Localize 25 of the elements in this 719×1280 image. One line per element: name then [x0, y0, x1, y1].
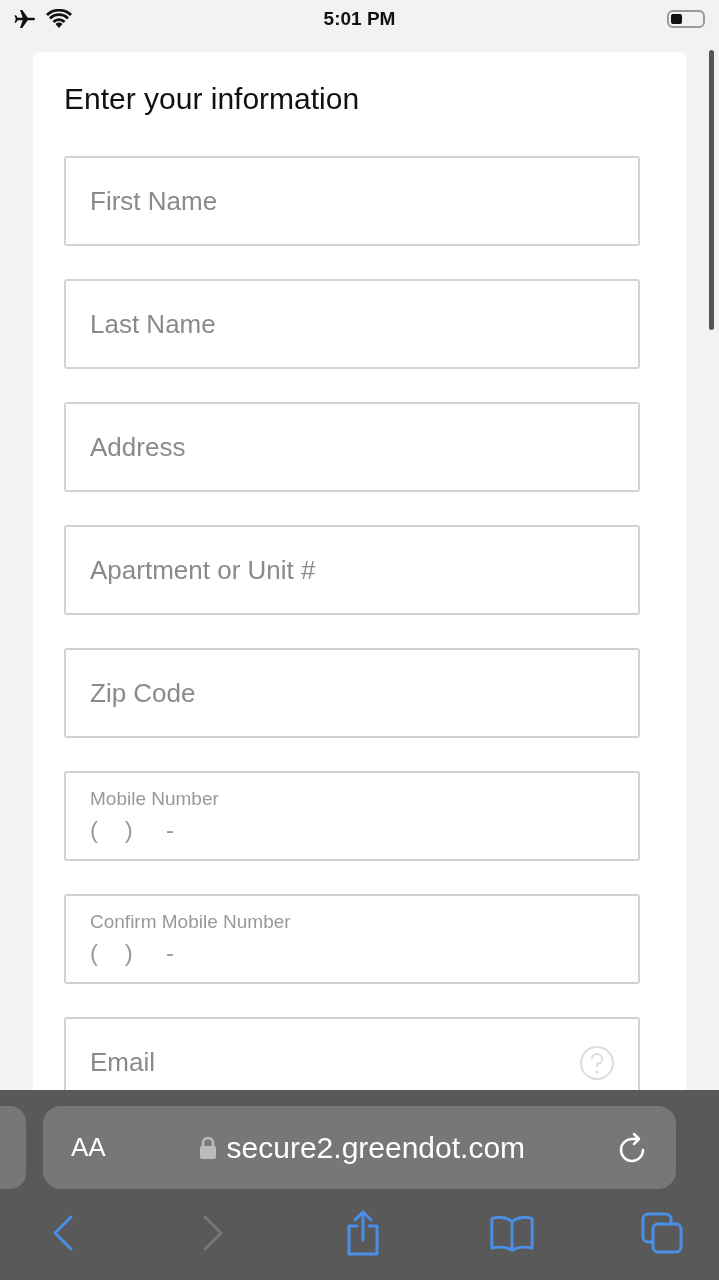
input-field[interactable]: Apartment or Unit # — [64, 525, 640, 615]
field-label: Confirm Mobile Number — [90, 911, 292, 933]
tabs-button[interactable] — [639, 1210, 685, 1256]
form-title: Enter your information — [64, 82, 361, 116]
help-icon[interactable] — [579, 1045, 615, 1081]
phone-mask: ( ) - — [90, 939, 175, 967]
input-field[interactable]: Zip Code — [64, 648, 640, 738]
back-icon — [51, 1213, 75, 1253]
url-text: secure2.greendot.com — [226, 1130, 526, 1165]
text-size-button[interactable]: AA — [71, 1132, 106, 1163]
input-field[interactable]: Last Name — [64, 279, 640, 369]
input-field[interactable]: First Name — [64, 156, 640, 246]
field-label: Mobile Number — [90, 788, 220, 810]
input-field[interactable]: Email — [64, 1017, 640, 1090]
battery-icon — [667, 10, 705, 28]
wifi-icon — [46, 9, 72, 29]
lock-icon — [198, 1136, 217, 1159]
phone-mask: ( ) - — [90, 816, 175, 844]
book-icon — [489, 1213, 536, 1253]
phone-field[interactable]: Mobile Number ( ) - — [64, 771, 640, 861]
input-field[interactable]: Address — [64, 402, 640, 492]
address-bar[interactable]: AA secure2.greendot.com — [43, 1106, 676, 1189]
status-time: 5:01 PM — [323, 8, 396, 30]
phone-field[interactable]: Confirm Mobile Number ( ) - — [64, 894, 640, 984]
tabs-icon — [640, 1211, 684, 1255]
